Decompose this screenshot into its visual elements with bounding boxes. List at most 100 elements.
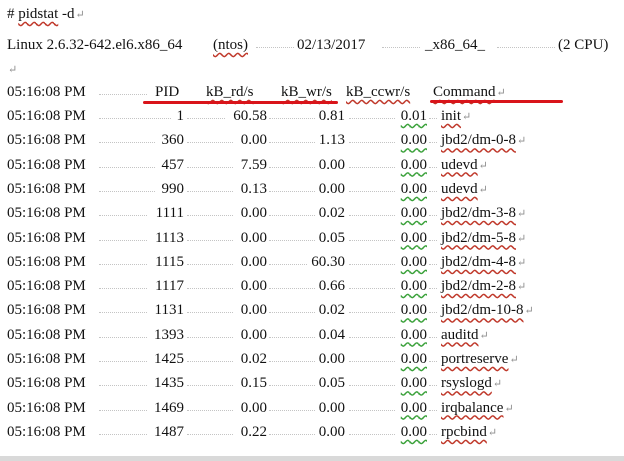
cell-command: jbd2/dm-5-8↵ xyxy=(441,229,527,246)
cell-kb-ccwr: 0.00 xyxy=(400,180,427,197)
table-row: 05:16:08 PM 1131 0.00 0.02 0.00 jbd2/dm-10-8↵ xyxy=(7,300,617,320)
table-row: 05:16:08 PM 1 60.58 0.81 0.01 init↵ xyxy=(7,106,617,126)
table-row: 05:16:08 PM 1117 0.00 0.66 0.00 jbd2/dm-2-8↵ xyxy=(7,276,617,296)
cell-command: irqbalance↵ xyxy=(441,399,514,416)
cell-kb-rd: 0.13 xyxy=(240,180,267,197)
cell-pid: 1 xyxy=(176,108,185,124)
cell-command: auditd↵ xyxy=(441,326,489,343)
cell-kb-ccwr: 0.00 xyxy=(400,326,427,343)
header-kb-rd: kB_rd/s xyxy=(206,84,254,100)
cell-command: udevd↵ xyxy=(441,156,488,173)
cell-kb-wr: 0.05 xyxy=(318,375,345,392)
cell-kb-ccwr: 0.00 xyxy=(400,302,427,319)
cell-command: jbd2/dm-10-8↵ xyxy=(441,302,534,319)
cell-time: 05:16:08 PM xyxy=(7,156,86,173)
cell-kb-rd: 0.00 xyxy=(240,132,267,149)
cpu-count: (2 CPU) xyxy=(558,37,609,53)
cell-kb-ccwr: 0.00 xyxy=(400,156,427,173)
cell-kb-ccwr: 0.01 xyxy=(400,108,427,124)
paragraph-mark: ↵ xyxy=(8,64,18,76)
paragraph-mark: ↵ xyxy=(75,9,85,21)
cell-kb-wr: 0.66 xyxy=(318,278,345,295)
cell-kb-wr: 0.00 xyxy=(318,399,345,416)
cell-time: 05:16:08 PM xyxy=(7,375,86,392)
header-kb-wr: kB_wr/s xyxy=(281,84,332,100)
cell-time: 05:16:08 PM xyxy=(7,278,86,295)
cell-pid: 1469 xyxy=(154,399,184,416)
cell-kb-ccwr: 0.00 xyxy=(400,351,427,367)
table-row: 05:16:08 PM 1425 0.02 0.00 0.00 portreserve↵ xyxy=(7,349,617,369)
cell-kb-ccwr: 0.00 xyxy=(400,229,427,246)
command-line: # pidstat -d↵ xyxy=(7,4,85,24)
cell-command: jbd2/dm-3-8↵ xyxy=(441,205,527,222)
cell-kb-rd: 0.00 xyxy=(240,302,267,319)
cell-pid: 1487 xyxy=(154,423,184,440)
bottom-scrollbar-strip xyxy=(0,456,624,461)
cell-time: 05:16:08 PM xyxy=(7,326,86,343)
cell-kb-ccwr: 0.00 xyxy=(400,278,427,295)
cell-kb-ccwr: 0.00 xyxy=(400,205,427,222)
kernel-version: Linux 2.6.32-642.el6.x86_64 xyxy=(7,37,183,53)
cell-pid: 1131 xyxy=(154,302,184,319)
cell-pid: 457 xyxy=(161,156,185,173)
table-row: 05:16:08 PM 990 0.13 0.00 0.00 udevd↵ xyxy=(7,179,617,199)
cell-kb-wr: 0.00 xyxy=(318,351,345,367)
cell-command: init↵ xyxy=(441,108,472,124)
cell-kb-rd: 0.22 xyxy=(240,423,267,440)
table-row: 05:16:08 PM 1115 0.00 60.30 0.00 jbd2/dm-4-8↵ xyxy=(7,252,617,272)
cell-time: 05:16:08 PM xyxy=(7,108,86,124)
cell-kb-wr: 0.00 xyxy=(318,423,345,440)
header-pid: PID xyxy=(155,84,180,100)
cell-kb-ccwr: 0.00 xyxy=(400,423,427,440)
cell-time: 05:16:08 PM xyxy=(7,180,86,197)
cell-kb-wr: 0.00 xyxy=(318,156,345,173)
host-name: (ntos) xyxy=(213,37,248,53)
header-time: 05:16:08 PM xyxy=(7,84,86,100)
cell-kb-wr: 60.30 xyxy=(311,253,345,270)
cell-pid: 1115 xyxy=(155,253,184,270)
cell-pid: 1393 xyxy=(154,326,184,343)
header-kb-ccwr: kB_ccwr/s xyxy=(346,84,411,100)
architecture: _x86_64_ xyxy=(425,37,485,53)
cell-kb-wr: 0.02 xyxy=(318,302,345,319)
cell-kb-rd: 0.00 xyxy=(240,229,267,246)
cell-time: 05:16:08 PM xyxy=(7,229,86,246)
table-row: 05:16:08 PM 1111 0.00 0.02 0.00 jbd2/dm-3-8↵ xyxy=(7,203,617,223)
cell-pid: 1435 xyxy=(154,375,184,392)
cell-pid: 990 xyxy=(161,180,185,197)
table-row: 05:16:08 PM 457 7.59 0.00 0.00 udevd↵ xyxy=(7,155,617,175)
cell-kb-wr: 0.81 xyxy=(318,108,345,124)
cell-command: portreserve↵ xyxy=(441,351,519,367)
cell-kb-wr: 0.05 xyxy=(318,229,345,246)
cell-time: 05:16:08 PM xyxy=(7,399,86,416)
cell-time: 05:16:08 PM xyxy=(7,351,86,367)
cell-pid: 1425 xyxy=(154,351,184,367)
empty-paragraph: ↵ xyxy=(7,59,17,79)
cell-kb-rd: 60.58 xyxy=(233,108,267,124)
cell-kb-ccwr: 0.00 xyxy=(400,375,427,392)
cell-kb-rd: 0.00 xyxy=(240,205,267,222)
cell-time: 05:16:08 PM xyxy=(7,302,86,319)
cell-pid: 1113 xyxy=(155,229,184,246)
cell-pid: 1117 xyxy=(155,278,184,295)
table-row: 05:16:08 PM 1113 0.00 0.05 0.00 jbd2/dm-5-8↵ xyxy=(7,228,617,248)
cell-time: 05:16:08 PM xyxy=(7,253,86,270)
cell-kb-rd: 7.59 xyxy=(240,156,267,173)
highlight-underline-io-columns xyxy=(143,101,338,104)
highlight-underline-command xyxy=(430,100,563,103)
cell-kb-rd: 0.02 xyxy=(240,351,267,367)
cell-kb-rd: 0.00 xyxy=(240,278,267,295)
cell-command: udevd↵ xyxy=(441,180,488,197)
cell-time: 05:16:08 PM xyxy=(7,423,86,440)
table-row: 05:16:08 PM 360 0.00 1.13 0.00 jbd2/dm-0-8↵ xyxy=(7,130,617,150)
cell-command: jbd2/dm-2-8↵ xyxy=(441,278,527,295)
cell-command: jbd2/dm-0-8↵ xyxy=(441,132,527,149)
table-row: 05:16:08 PM 1487 0.22 0.00 0.00 rpcbind↵ xyxy=(7,422,617,442)
command-text: # pidstat -d xyxy=(7,6,75,22)
cell-kb-rd: 0.00 xyxy=(240,326,267,343)
cell-time: 05:16:08 PM xyxy=(7,132,86,149)
table-header: 05:16:08 PM PID kB_rd/s kB_wr/s kB_ccwr/… xyxy=(7,82,617,102)
cell-kb-ccwr: 0.00 xyxy=(400,253,427,270)
table-row: 05:16:08 PM 1393 0.00 0.04 0.00 auditd↵ xyxy=(7,325,617,345)
cell-pid: 1111 xyxy=(155,205,184,222)
